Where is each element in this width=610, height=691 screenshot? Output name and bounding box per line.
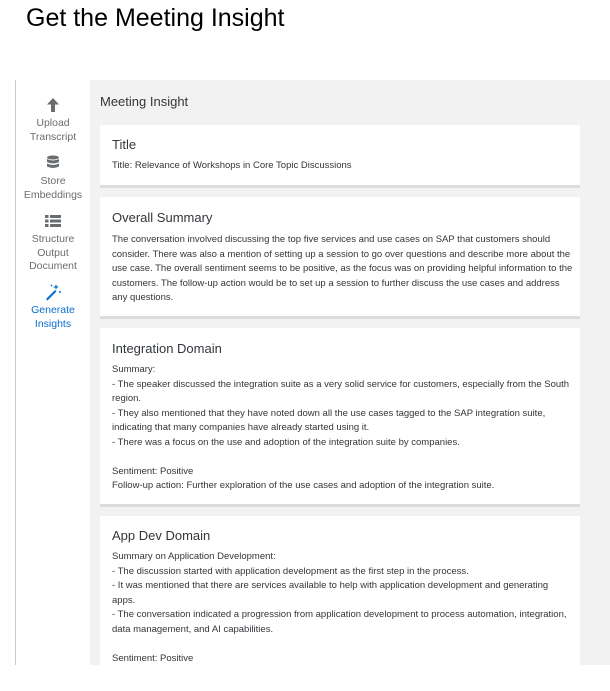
sidebar-item-generate-insights[interactable]: Generate Insights [16,283,90,331]
summary-point: - The discussion started with applicatio… [112,565,469,577]
sidebar-item-label: Upload [36,117,70,129]
sentiment-text: Sentiment: Positive [112,465,194,477]
summary-point: - There was a focus on the use and adopt… [112,436,460,448]
main-panel: Meeting Insight Title Title: Relevance o… [90,80,610,665]
overall-summary-card: Overall Summary The conversation involve… [100,197,580,319]
summary-point: - It was mentioned that there are servic… [112,580,549,606]
main-header: Meeting Insight [100,94,189,109]
card-heading: Integration Domain [112,341,222,356]
card-text: Summary on Application Development: - Th… [112,550,574,665]
summary-point: - The speaker discussed the integration … [112,378,570,405]
summary-label: Summary: [112,364,156,375]
database-icon [47,155,59,168]
sentiment-text: Sentiment: Positive [112,652,194,664]
sidebar: Upload Transcript Store Embeddings Struc… [16,80,90,665]
summary-label: Summary on Application Development: [112,551,276,562]
card-text: Title: Relevance of Workshops in Core To… [112,160,352,171]
page-title: Get the Meeting Insight [26,4,285,32]
app-frame: Upload Transcript Store Embeddings Struc… [15,80,610,665]
card-text: Summary: - The speaker discussed the int… [112,363,574,494]
integration-domain-card: Integration Domain Summary: - The speake… [100,328,580,507]
sidebar-item-label: Embeddings [23,188,83,201]
sidebar-item-label: Transcript [29,130,77,143]
sidebar-item-store-embeddings[interactable]: Store Embeddings [16,154,90,202]
summary-point: - The conversation indicated a progressi… [112,609,567,635]
sidebar-item-label: Document [29,260,77,272]
list-icon [45,215,61,227]
sidebar-item-label: Store [40,175,66,187]
card-heading: Overall Summary [112,210,213,225]
card-text: The conversation involved discussing the… [112,234,573,303]
magic-wand-icon [46,284,61,301]
sidebar-item-upload-transcript[interactable]: Upload Transcript [16,96,90,144]
card-heading: App Dev Domain [112,528,211,543]
arrow-up-icon [47,98,59,112]
followup-text: Follow-up action: Further exploration of… [112,480,495,491]
card-heading: Title [112,137,137,152]
sidebar-item-structure-output-document[interactable]: Structure Output Document [16,212,90,274]
summary-point: - They also mentioned that they have not… [112,407,546,434]
app-dev-domain-card: App Dev Domain Summary on Application De… [100,516,580,665]
sidebar-item-label: Structure [31,233,75,245]
title-card: Title Title: Relevance of Workshops in C… [100,125,580,188]
sidebar-item-label: Insights [34,317,72,330]
sidebar-item-label: Output [37,246,69,259]
sidebar-item-label: Generate [31,304,75,316]
